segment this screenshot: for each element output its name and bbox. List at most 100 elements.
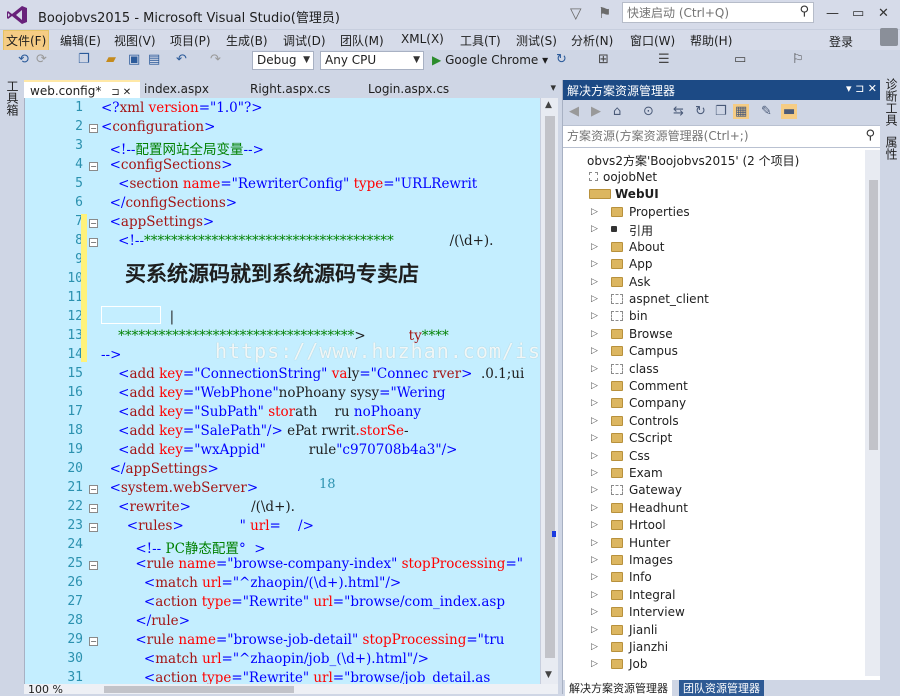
expand-icon[interactable]: ▷ <box>591 659 598 669</box>
menu-analyze[interactable]: 分析(N) <box>571 32 613 49</box>
fold-toggle-icon[interactable]: − <box>89 504 98 513</box>
menu-window[interactable]: 窗口(W) <box>630 32 675 49</box>
code-line[interactable]: </appSettings> <box>101 461 219 477</box>
expand-icon[interactable]: ▷ <box>591 277 598 287</box>
start-debug-button[interactable]: ▶ Google Chrome ▾ <box>432 53 548 67</box>
expand-icon[interactable]: ▷ <box>591 311 598 321</box>
expand-icon[interactable]: ▷ <box>591 607 598 617</box>
expand-icon[interactable]: ▷ <box>591 224 598 234</box>
code-line[interactable]: <match url="^zhaopin/(\d+).html"/> <box>101 575 401 591</box>
menu-edit[interactable]: 编辑(E) <box>60 32 101 49</box>
fold-toggle-icon[interactable]: − <box>89 238 98 247</box>
scroll-up-icon[interactable]: ▲ <box>545 100 552 110</box>
expand-icon[interactable]: ▷ <box>591 503 598 513</box>
expand-icon[interactable]: ▷ <box>591 485 598 495</box>
undo-icon[interactable]: ↶ <box>176 52 187 67</box>
search-icon[interactable]: ⚲ <box>799 4 809 19</box>
code-line[interactable]: <appSettings> <box>101 214 215 230</box>
toolbar-icon-b[interactable]: ☰ <box>658 52 670 67</box>
menu-help[interactable]: 帮助(H) <box>690 32 732 49</box>
code-line[interactable]: <?xml version="1.0"?> <box>101 100 263 116</box>
minimize-button[interactable]: — <box>826 6 839 21</box>
expand-icon[interactable]: ▷ <box>591 572 598 582</box>
tab-pin-close-icon[interactable]: ⊐ ✕ <box>111 87 131 98</box>
code-editor[interactable]: 1 2−3 4−5 6 7−8−9 10 11 12 13 14 15 16 17 18 19 20 21−22… <box>24 98 558 684</box>
maximize-button[interactable]: ▭ <box>852 6 864 21</box>
expand-icon[interactable]: ▷ <box>591 346 598 356</box>
panel-buttons[interactable]: ▾ ⊐ ✕ <box>846 82 877 95</box>
tab-right-aspx-cs[interactable]: Right.aspx.cs <box>244 80 336 98</box>
history-icon[interactable]: ⊙ <box>643 104 654 119</box>
menu-xml[interactable]: XML(X) <box>401 32 444 46</box>
menu-debug[interactable]: 调试(D) <box>283 32 326 49</box>
expand-icon[interactable]: ▷ <box>591 625 598 635</box>
code-line[interactable]: <!--配置网站全局变量--> <box>101 138 264 158</box>
menu-view[interactable]: 视图(V) <box>114 32 156 49</box>
expand-icon[interactable]: ▷ <box>591 642 598 652</box>
back-icon[interactable]: ◀ <box>569 104 579 119</box>
config-combo[interactable]: Debug ▼ <box>252 51 314 70</box>
code-line[interactable]: <match url="^zhaopin/job_(\d+).html"/> <box>101 651 429 667</box>
code-line[interactable]: <action type="Rewrite" url="browse/job_d… <box>101 670 490 684</box>
diagnostics-tab[interactable]: 诊断工具 <box>883 78 900 126</box>
expand-icon[interactable]: ▷ <box>591 259 598 269</box>
search-icon[interactable]: ⚲ <box>865 128 875 143</box>
filter-icon[interactable]: ▽ <box>570 4 582 22</box>
fold-toggle-icon[interactable]: − <box>89 124 98 133</box>
code-line[interactable]: <configuration> <box>101 119 215 135</box>
fold-toggle-icon[interactable]: − <box>89 637 98 646</box>
menu-tools[interactable]: 工具(T) <box>460 32 501 49</box>
fold-toggle-icon[interactable]: − <box>89 523 98 532</box>
toolbar-icon-a[interactable]: ⊞ <box>598 52 609 67</box>
code-line[interactable]: <add key="wxAppid" rule"c970708b4a3"/> <box>101 442 457 458</box>
refresh-icon[interactable]: ↻ <box>695 104 706 119</box>
code-line[interactable]: --> <box>101 347 121 363</box>
scroll-down-icon[interactable]: ▼ <box>545 670 552 680</box>
collapse-icon[interactable]: ❐ <box>715 104 727 119</box>
code-line[interactable]: <add key="ConnectionString" valy="Connec… <box>101 366 524 382</box>
expand-icon[interactable]: ▷ <box>591 364 598 374</box>
avatar[interactable] <box>880 28 898 46</box>
expand-icon[interactable]: ▷ <box>591 398 598 408</box>
close-button[interactable]: ✕ <box>878 6 889 21</box>
forward-icon[interactable]: ⟳ <box>36 52 47 67</box>
comment-icon[interactable]: ▭ <box>734 52 746 67</box>
code-line[interactable]: <action type="Rewrite" url="browse/com_i… <box>101 594 505 610</box>
show-all-files-icon[interactable]: ▦ <box>733 104 750 119</box>
properties-wrench-icon[interactable]: ✎ <box>761 104 772 119</box>
code-line[interactable]: <rules> " url= /> <box>101 518 314 534</box>
code-line[interactable]: <add key="SubPath" storath ru noPhoany <box>101 404 421 420</box>
code-line[interactable]: <system.webServer> <box>101 480 259 496</box>
notification-icon[interactable]: ⚑ <box>598 4 611 22</box>
code-line[interactable]: <add key="SalePath"/> ePat rwrit.storSe- <box>101 423 408 439</box>
code-line[interactable]: <add key="WebPhone"noPhoany sysy="Wering <box>101 385 445 401</box>
code-line[interactable]: <!--************************************… <box>101 233 493 249</box>
back-icon[interactable]: ⟲ <box>18 52 29 67</box>
bookmark-icon[interactable]: ⚐ <box>792 52 804 67</box>
fold-toggle-icon[interactable]: − <box>89 485 98 494</box>
code-line[interactable]: <rule name="browse-company-index" stopPr… <box>101 556 523 572</box>
tree-scrollbar[interactable] <box>865 150 881 676</box>
expand-icon[interactable]: ▷ <box>591 451 598 461</box>
properties-tab[interactable]: 属性 <box>883 136 900 160</box>
refresh-icon[interactable]: ↻ <box>556 52 567 67</box>
expand-icon[interactable]: ▷ <box>591 520 598 530</box>
code-line[interactable]: </configSections> <box>101 195 238 211</box>
code-line[interactable]: <!-- PC静态配置° > <box>101 537 265 557</box>
expand-icon[interactable]: ▷ <box>591 294 598 304</box>
tab-index-aspx[interactable]: index.aspx <box>138 80 215 98</box>
code-line[interactable]: <configSections> <box>101 157 233 173</box>
menu-file[interactable]: 文件(F) <box>3 30 50 51</box>
expand-icon[interactable]: ▷ <box>591 468 598 478</box>
zoom-level[interactable]: 100 % <box>28 683 63 696</box>
tab-web-config[interactable]: web.config* ⊐ ✕ <box>24 80 140 98</box>
tab-login-aspx-cs[interactable]: Login.aspx.cs <box>362 80 455 98</box>
expand-icon[interactable]: ▷ <box>591 207 598 217</box>
sync-icon[interactable]: ⇆ <box>673 104 684 119</box>
toolbox-tab[interactable]: 工具箱 <box>4 80 21 116</box>
tab-overflow-icon[interactable]: ▾ <box>550 81 556 94</box>
solution-search-input[interactable] <box>563 126 853 146</box>
menu-project[interactable]: 项目(P) <box>170 32 211 49</box>
new-project-icon[interactable]: ❐ <box>78 52 90 67</box>
home-icon[interactable]: ⌂ <box>613 104 621 119</box>
